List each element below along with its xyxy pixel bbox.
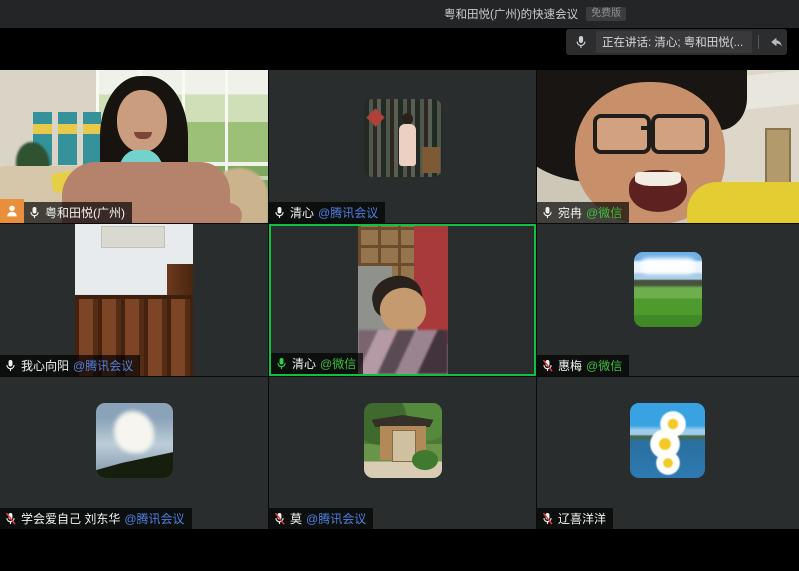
avatar-photo: [96, 403, 173, 478]
meeting-title: 粤和田悦(广州)的快速会议: [444, 6, 578, 22]
avatar-photo: [630, 403, 705, 478]
video-feed: [358, 226, 448, 374]
video-tile-4[interactable]: 我心向阳 @腾讯会议: [0, 224, 268, 376]
video-tile-9[interactable]: 辽喜洋洋: [537, 377, 799, 529]
participant-platform: @微信: [320, 355, 356, 372]
collapse-arrow-icon[interactable]: [763, 35, 787, 49]
speaking-indicator-text: 正在讲话: 清心; 粤和田悦(...: [596, 31, 752, 53]
video-tile-active-speaker[interactable]: 清心 @微信: [269, 224, 536, 376]
video-tile-6[interactable]: 惠梅 @微信: [537, 224, 799, 376]
participant-name: 学会爱自己 刘东华: [21, 510, 120, 527]
participant-name: 莫: [290, 510, 302, 527]
window-titlebar: 粤和田悦(广州)的快速会议 免费版: [0, 0, 799, 28]
video-feed: [537, 70, 799, 223]
indicator-divider: [758, 35, 759, 49]
avatar-photo: [634, 252, 702, 327]
video-tile-8[interactable]: 莫 @腾讯会议: [269, 377, 536, 529]
mic-muted-icon: [541, 512, 554, 525]
video-feed: [75, 224, 193, 376]
mic-on-icon: [273, 206, 286, 219]
participant-platform: @腾讯会议: [306, 510, 366, 527]
mic-on-icon: [541, 206, 554, 219]
participant-name: 粤和田悦(广州): [45, 204, 125, 221]
participant-name: 惠梅: [558, 357, 582, 374]
participant-name: 辽喜洋洋: [558, 510, 606, 527]
participant-platform: @微信: [586, 204, 622, 221]
participant-platform: @腾讯会议: [124, 510, 184, 527]
mic-on-icon: [28, 206, 41, 219]
participant-name: 宛冉: [558, 204, 582, 221]
video-tile-host[interactable]: 粤和田悦(广州): [0, 70, 268, 223]
host-badge: [0, 199, 24, 223]
avatar-photo: [364, 99, 442, 177]
microphone-icon: [566, 35, 596, 49]
mic-speaking-icon: [275, 357, 288, 370]
participant-platform: @腾讯会议: [73, 357, 133, 374]
mic-on-icon: [4, 359, 17, 372]
participant-name: 我心向阳: [21, 357, 69, 374]
participant-name: 清心: [290, 204, 314, 221]
speaking-indicator[interactable]: 正在讲话: 清心; 粤和田悦(...: [566, 29, 787, 55]
participant-name: 清心: [292, 355, 316, 372]
participant-platform: @腾讯会议: [318, 204, 378, 221]
video-tile-7[interactable]: 学会爱自己 刘东华 @腾讯会议: [0, 377, 268, 529]
participant-platform: @微信: [586, 357, 622, 374]
video-tile-3[interactable]: 宛冉 @微信: [537, 70, 799, 223]
mic-muted-icon: [273, 512, 286, 525]
mic-muted-icon: [4, 512, 17, 525]
mic-muted-icon: [541, 359, 554, 372]
free-version-badge: 免费版: [586, 7, 626, 21]
avatar-photo: [364, 403, 442, 478]
video-tile-2[interactable]: 清心 @腾讯会议: [269, 70, 536, 223]
person-icon: [5, 204, 19, 218]
video-grid: 粤和田悦(广州) 清心 @腾讯会议 宛冉 @微信: [0, 70, 799, 529]
